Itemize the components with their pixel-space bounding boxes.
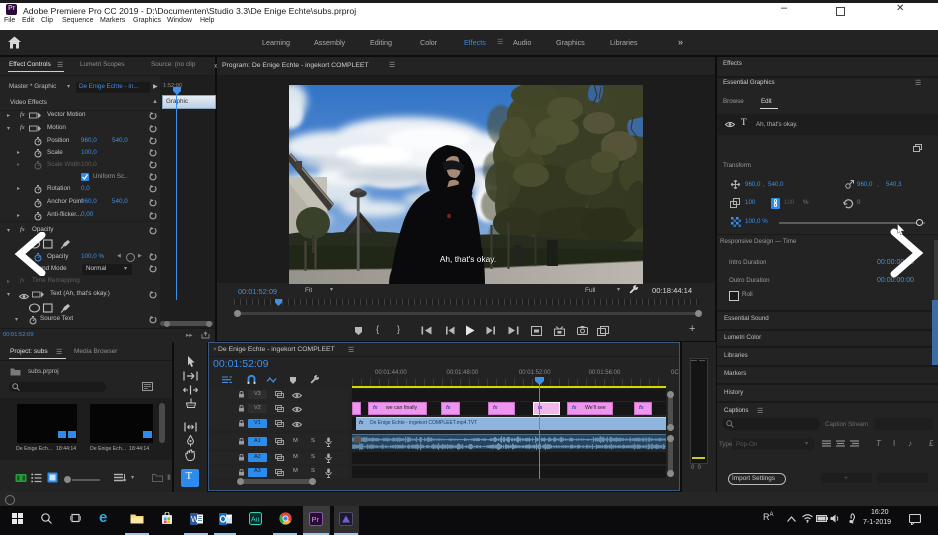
svg-text:Ah, that's okay.: Ah, that's okay. xyxy=(440,254,496,264)
svg-text:Au: Au xyxy=(251,517,260,524)
svg-text:W: W xyxy=(191,515,199,524)
svg-text:Pr: Pr xyxy=(312,515,320,524)
